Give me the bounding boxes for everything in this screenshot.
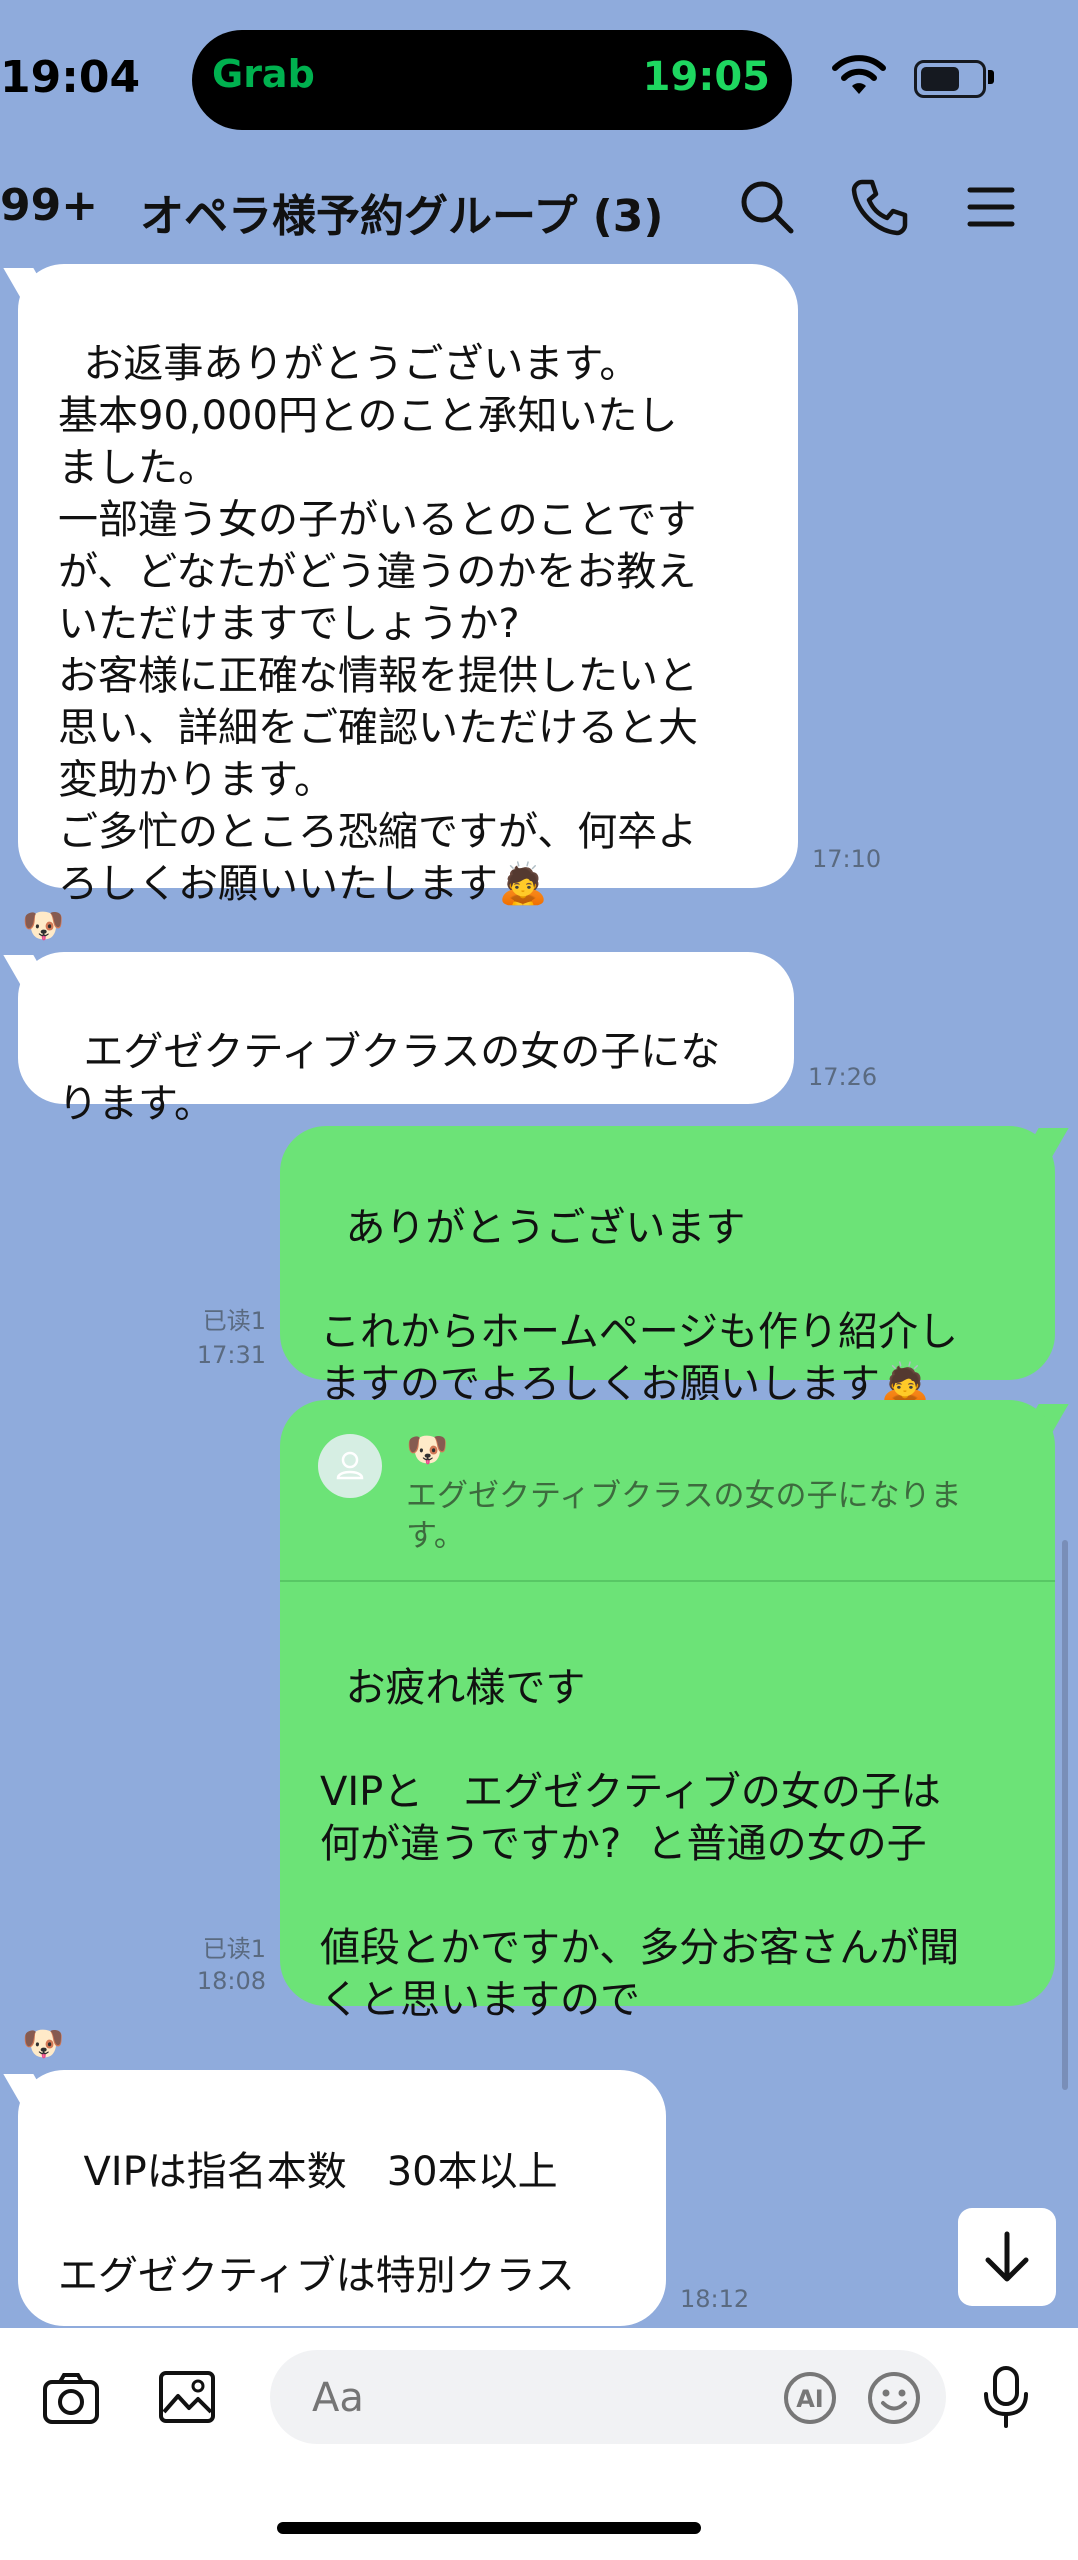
reply-sender: 🐶 (406, 1430, 449, 1470)
image-icon[interactable] (156, 2366, 218, 2428)
island-time: 19:05 (642, 54, 770, 100)
message-text: VIPは指名本数 30本以上 エグゼクティブは特別クラス (58, 2149, 575, 2299)
read-receipt: 已读1 (202, 1935, 266, 1963)
wifi-icon (832, 55, 886, 94)
battery-tip (988, 70, 994, 84)
message-text: お返事ありがとうございます。 基本90,000円とのこと承知いたし ました。 一… (58, 341, 698, 907)
read-receipt: 已读1 (202, 1307, 266, 1335)
sender-avatar-dog[interactable]: 🐶 (22, 906, 64, 946)
reply-preview[interactable]: 🐶 エグゼクティブクラスの女の子になりま す。 (280, 1400, 1055, 1582)
reply-avatar (318, 1434, 382, 1498)
emoji-icon[interactable] (866, 2370, 922, 2426)
arrow-down-icon (985, 2231, 1029, 2282)
message-text: ありがとうございます これからホームページも作り紹介し ますのでよろしくお願いし… (320, 1205, 958, 1407)
message-time: 17:10 (812, 845, 882, 873)
status-time: 19:04 (0, 52, 141, 103)
message-input-field[interactable]: AI (270, 2350, 946, 2446)
message-time: 18:12 (680, 2285, 750, 2313)
dynamic-island[interactable]: Grab 19:05 (192, 30, 792, 130)
message-time: 17:26 (808, 1063, 878, 1091)
message-input[interactable] (310, 2350, 734, 2446)
message-bubble[interactable]: エグゼクティブクラスの女の子にな ります。 (18, 952, 794, 1127)
message-bubble[interactable]: お返事ありがとうございます。 基本90,000円とのこと承知いたし ました。 一… (18, 264, 798, 907)
grab-logo: Grab (212, 52, 315, 96)
battery-icon (914, 60, 986, 98)
message-bubble[interactable]: VIPは指名本数 30本以上 エグゼクティブは特別クラス (18, 2070, 666, 2326)
back-unread-count[interactable]: 99+ (0, 180, 98, 231)
sender-avatar-dog[interactable]: 🐶 (22, 2024, 64, 2064)
message-bubble[interactable]: ありがとうございます これからホームページも作り紹介し ますのでよろしくお願いし… (280, 1126, 1055, 1407)
message-time: 17:31 (196, 1341, 266, 1369)
reply-quoted-text: エグゼクティブクラスの女の子になりま す。 (406, 1478, 962, 1554)
message-text-container: お疲れ様です VIPと エグゼクティブの女の子は 何が違うですか? と普通の女の… (280, 1600, 1055, 2036)
camera-icon[interactable] (40, 2368, 102, 2430)
menu-icon[interactable] (960, 176, 1022, 238)
microphone-icon[interactable] (978, 2364, 1034, 2432)
scroll-to-bottom-button[interactable] (958, 2208, 1056, 2306)
home-indicator[interactable] (277, 2522, 701, 2534)
message-text: エグゼクティブクラスの女の子にな ります。 (58, 1029, 721, 1127)
phone-icon[interactable] (848, 176, 910, 238)
user-placeholder-icon (336, 1451, 364, 1480)
scrollbar[interactable] (1062, 1540, 1068, 2090)
search-icon[interactable] (736, 176, 798, 238)
message-time: 18:08 (196, 1967, 266, 1995)
chat-title[interactable]: オペラ様予約グループ (3) (140, 180, 664, 244)
message-text: お疲れ様です VIPと エグゼクティブの女の子は 何が違うですか? と普通の女の… (320, 1665, 960, 2023)
ai-icon[interactable]: AI (782, 2370, 838, 2426)
svg-text:AI: AI (796, 2385, 824, 2413)
